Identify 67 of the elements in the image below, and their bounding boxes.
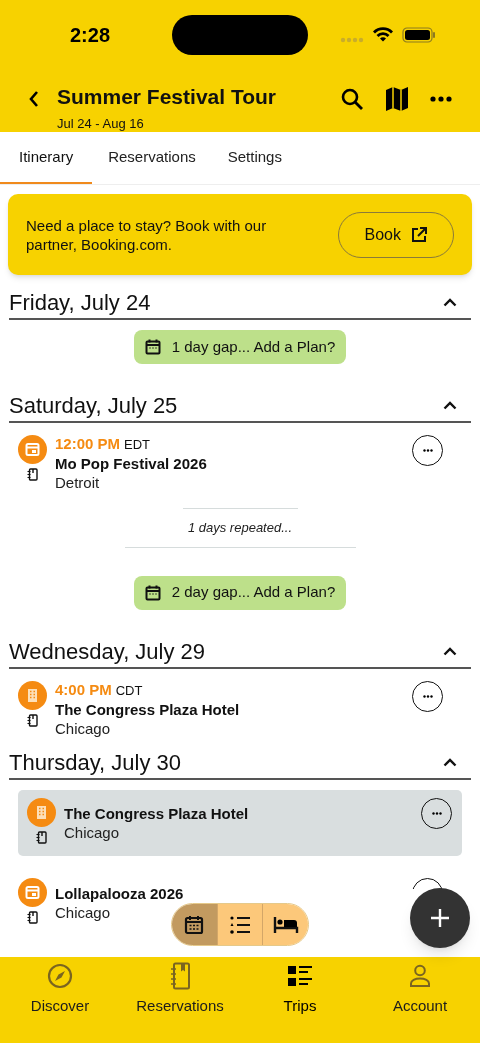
day-heading: Thursday, July 30	[9, 748, 181, 777]
nav-tab[interactable]: Discover	[0, 961, 120, 1018]
event-card[interactable]: The Congress Plaza Hotel Chicago	[18, 789, 462, 856]
trip-title: Summer Festival Tour	[57, 84, 276, 110]
calendar-icon	[144, 339, 161, 355]
collapse-chevron-icon[interactable]	[443, 298, 457, 307]
view-button[interactable]	[172, 904, 217, 945]
trip-dates: Jul 24 - Aug 16	[57, 115, 145, 133]
tab[interactable]: Reservations	[92, 132, 212, 184]
promo-text: Need a place to stay? Book with our partner, Booking.com.	[26, 215, 268, 254]
calendar-badge-icon	[18, 877, 47, 907]
day-heading: Saturday, July 25	[9, 392, 178, 420]
notebook-icon	[27, 910, 38, 924]
building-badge-icon	[18, 680, 47, 710]
event-location: Chicago	[55, 902, 112, 922]
signal-icon	[340, 37, 364, 43]
status-time: 2:28	[70, 23, 111, 48]
time-zone: EDT	[124, 436, 151, 454]
plus-icon	[429, 907, 451, 929]
dots-icon	[422, 449, 433, 452]
day-heading: Friday, July 24	[9, 289, 151, 317]
tab[interactable]: Settings	[211, 132, 298, 184]
view-button[interactable]	[262, 904, 308, 945]
tab[interactable]: Itinerary	[0, 132, 93, 184]
nav-tab[interactable]: Account	[360, 961, 480, 1018]
event-location: Detroit	[55, 473, 101, 492]
collapse-chevron-icon[interactable]	[443, 646, 457, 656]
add-button[interactable]	[410, 888, 470, 948]
building-badge-icon	[27, 797, 56, 827]
bed-icon	[272, 915, 299, 934]
nav-tab[interactable]: Trips	[240, 961, 360, 1018]
event-location: Chicago	[55, 718, 112, 738]
calendar-icon	[184, 914, 205, 935]
day-heading: Wednesday, July 29	[9, 637, 206, 666]
calendar-badge-icon	[18, 435, 47, 464]
list-icon	[229, 914, 251, 935]
add-plan-button[interactable]: 2 day gap... Add a Plan?	[133, 575, 347, 610]
calendar-icon	[144, 584, 161, 601]
notebook-icon	[27, 468, 38, 481]
dots-icon	[422, 694, 433, 698]
event-time: 12:00 PM	[55, 435, 121, 453]
collapse-chevron-icon[interactable]	[443, 401, 457, 410]
event-title: The Congress Plaza Hotel	[64, 803, 249, 823]
battery-icon	[402, 27, 436, 43]
add-plan-button[interactable]: 1 day gap... Add a Plan?	[133, 330, 347, 364]
wifi-icon	[372, 26, 394, 42]
event-location: Chicago	[64, 822, 121, 842]
map-button[interactable]	[386, 87, 408, 111]
time-zone: CDT	[115, 681, 143, 700]
person-icon	[409, 964, 431, 988]
event-time: 4:00 PM	[55, 680, 112, 699]
external-link-icon	[411, 226, 427, 243]
event-title: Lollapalooza 2026	[55, 883, 184, 903]
view-button[interactable]	[216, 904, 263, 945]
collapse-chevron-icon[interactable]	[443, 757, 457, 767]
trips-list-icon	[287, 965, 313, 987]
nav-tab[interactable]: Reservations	[120, 961, 240, 1018]
more-button[interactable]	[430, 96, 452, 102]
event-title: The Congress Plaza Hotel	[55, 699, 240, 719]
compass-icon	[47, 963, 73, 989]
notebook-icon	[36, 830, 47, 844]
event-title: Mo Pop Festival 2026	[55, 454, 207, 473]
search-button[interactable]	[340, 87, 364, 111]
notebook-icon	[27, 713, 38, 727]
repeated-note: 1 days repeated...	[187, 519, 293, 537]
dots-icon	[431, 811, 442, 815]
notebook-icon	[169, 962, 191, 990]
